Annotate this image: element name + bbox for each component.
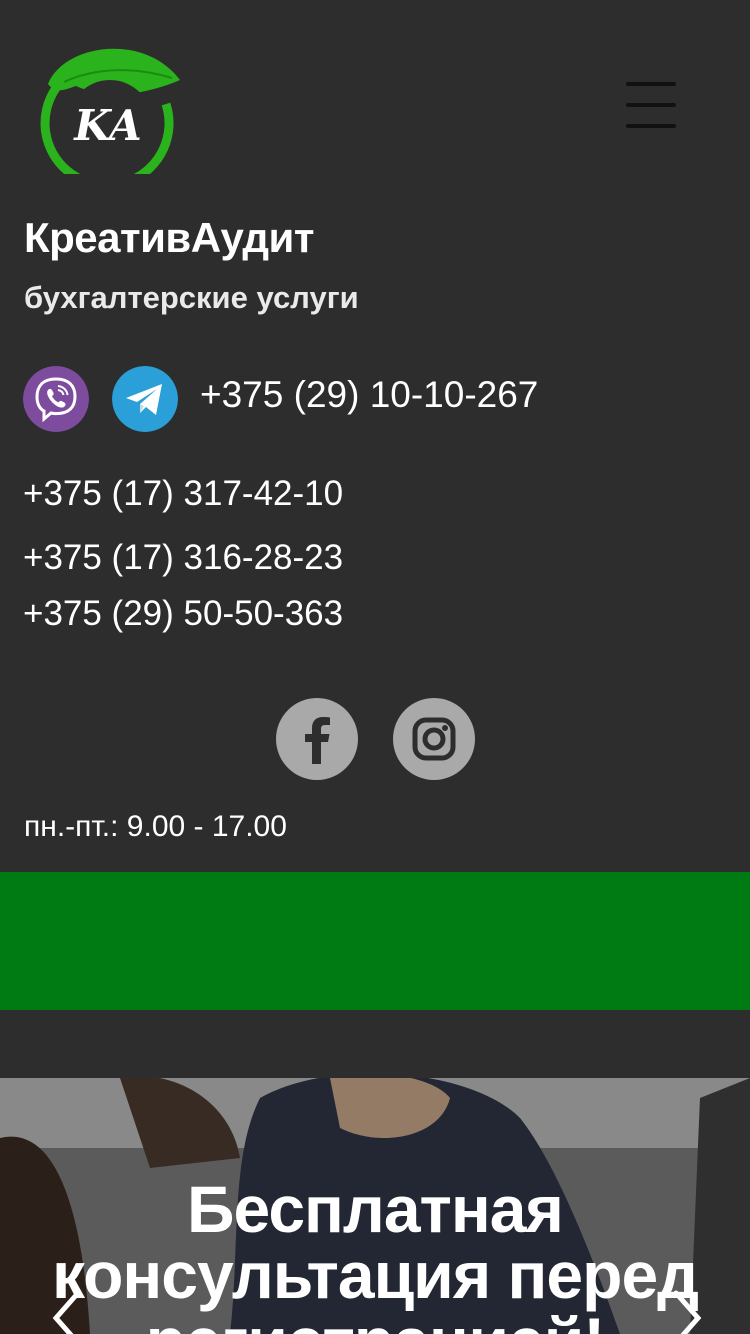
phone-link[interactable]: +375 (29) 50-50-363 [23,594,343,634]
main-phone-link[interactable]: +375 (29) 10-10-267 [200,374,538,416]
instagram-button[interactable] [393,698,475,780]
phone-link[interactable]: +375 (17) 316-28-23 [23,538,343,578]
green-banner [0,872,750,1010]
chevron-right-icon[interactable] [666,1288,706,1334]
working-hours: пн.-пт.: 9.00 - 17.00 [24,810,287,843]
menu-hamburger-button[interactable] [622,78,680,132]
phone-link[interactable]: +375 (17) 317-42-10 [23,474,343,514]
logo[interactable]: KA [34,38,184,190]
facebook-button[interactable] [276,698,358,780]
facebook-icon [305,717,330,764]
telegram-icon[interactable] [112,366,178,432]
menu-bar [626,103,676,107]
brand-title: КреативАудит [24,214,314,261]
brand-subtitle: бухгалтерские услуги [24,280,359,315]
instagram-icon [412,717,456,761]
viber-icon[interactable] [23,366,89,432]
leaf-logo-icon: KA [40,48,180,190]
logo-letters: KA [73,101,141,150]
menu-bar [626,124,676,128]
menu-bar [626,82,676,86]
hero-slider: Бесплатная консультация перед регистраци… [0,1078,750,1334]
hero-title: Бесплатная консультация перед регистраци… [51,1172,699,1334]
chevron-left-icon[interactable] [48,1288,88,1334]
